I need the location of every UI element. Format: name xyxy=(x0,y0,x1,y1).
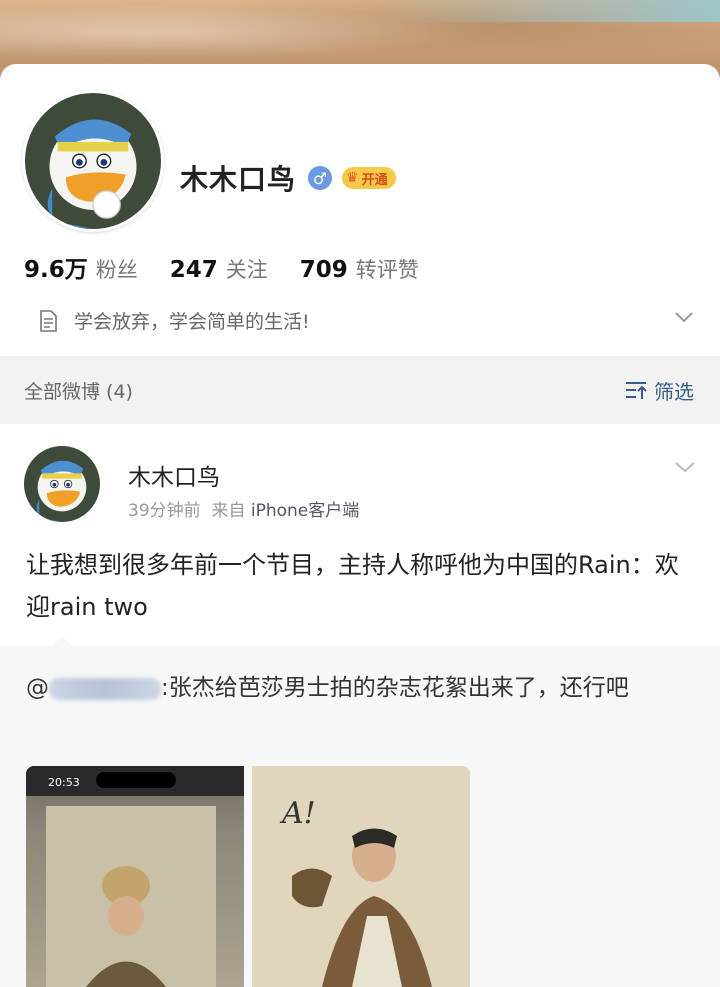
likes-label: 转评赞 xyxy=(355,258,419,282)
filter-label: 筛选 xyxy=(654,379,694,404)
likes-count: 709 xyxy=(299,257,348,283)
photo-icon xyxy=(26,766,244,987)
followers-count[interactable]: 9.6万 xyxy=(24,250,88,284)
weibo-post: 木木口鸟 39分钟前 来自 iPhone客户端 让我想到很多年前一个节目，主持人… xyxy=(0,424,720,987)
post-meta: 39分钟前 来自 iPhone客户端 xyxy=(128,496,359,521)
profile-avatar[interactable] xyxy=(22,90,164,232)
profile-bio[interactable]: 学会放弃，学会简单的生活! xyxy=(38,307,310,334)
post-text: 让我想到很多年前一个节目，主持人称呼他为中国的Rain：欢迎rain two xyxy=(26,551,679,621)
duck-avatar-icon xyxy=(24,446,100,522)
profile-card: 木木口鸟 ♂ ♛ 开通 9.6万 粉丝 247 关注 709 转评赞 学会放弃，学… xyxy=(0,64,720,415)
repost-image-1[interactable]: 20:53 xyxy=(26,766,244,987)
following-count[interactable]: 247 xyxy=(170,257,218,283)
blurred-username[interactable] xyxy=(49,677,161,700)
profile-stats: 9.6万 粉丝 247 关注 709 转评赞 xyxy=(24,250,451,284)
image-overlay-text: A! xyxy=(282,796,316,831)
status-bar-time: 20:53 xyxy=(48,776,80,789)
banner-sky xyxy=(380,0,720,22)
all-posts-label: 全部微博 (4) xyxy=(24,380,133,403)
post-author-avatar[interactable] xyxy=(24,446,100,522)
vip-badge-label: 开通 xyxy=(361,172,388,188)
filter-icon xyxy=(626,382,647,399)
following-label[interactable]: 关注 xyxy=(226,254,268,284)
followers-label[interactable]: 粉丝 xyxy=(96,254,138,284)
repost-notch xyxy=(52,636,72,646)
filter-button[interactable]: 筛选 xyxy=(624,376,694,405)
repost-block[interactable]: @ :张杰给芭莎男士拍的杂志花絮出来了，还行吧 20:53 A! xyxy=(0,636,720,987)
repost-body: :张杰给芭莎男士拍的杂志花絮出来了，还行吧 xyxy=(161,675,629,701)
filter-bar: 全部微博 (4) 筛选 xyxy=(0,356,720,424)
post-author-name[interactable]: 木木口鸟 xyxy=(128,458,220,492)
chevron-down-icon[interactable] xyxy=(674,460,696,474)
crown-icon: ♛ xyxy=(346,170,359,186)
duck-avatar-icon xyxy=(25,93,161,229)
bio-text: 学会放弃，学会简单的生活! xyxy=(74,311,310,333)
vip-badge[interactable]: ♛ 开通 xyxy=(342,167,396,189)
post-time: 39分钟前 xyxy=(128,501,201,521)
profile-name: 木木口鸟 xyxy=(180,163,297,196)
source-prefix: 来自 xyxy=(211,501,246,521)
male-gender-icon: ♂ xyxy=(308,166,333,190)
document-icon xyxy=(40,309,57,332)
repost-at[interactable]: @ xyxy=(26,675,49,701)
chevron-down-icon[interactable] xyxy=(674,310,694,324)
repost-image-2[interactable]: A! xyxy=(252,766,470,987)
repost-text: @ :张杰给芭莎男士拍的杂志花絮出来了，还行吧 xyxy=(26,668,696,708)
post-source: iPhone客户端 xyxy=(250,501,360,521)
